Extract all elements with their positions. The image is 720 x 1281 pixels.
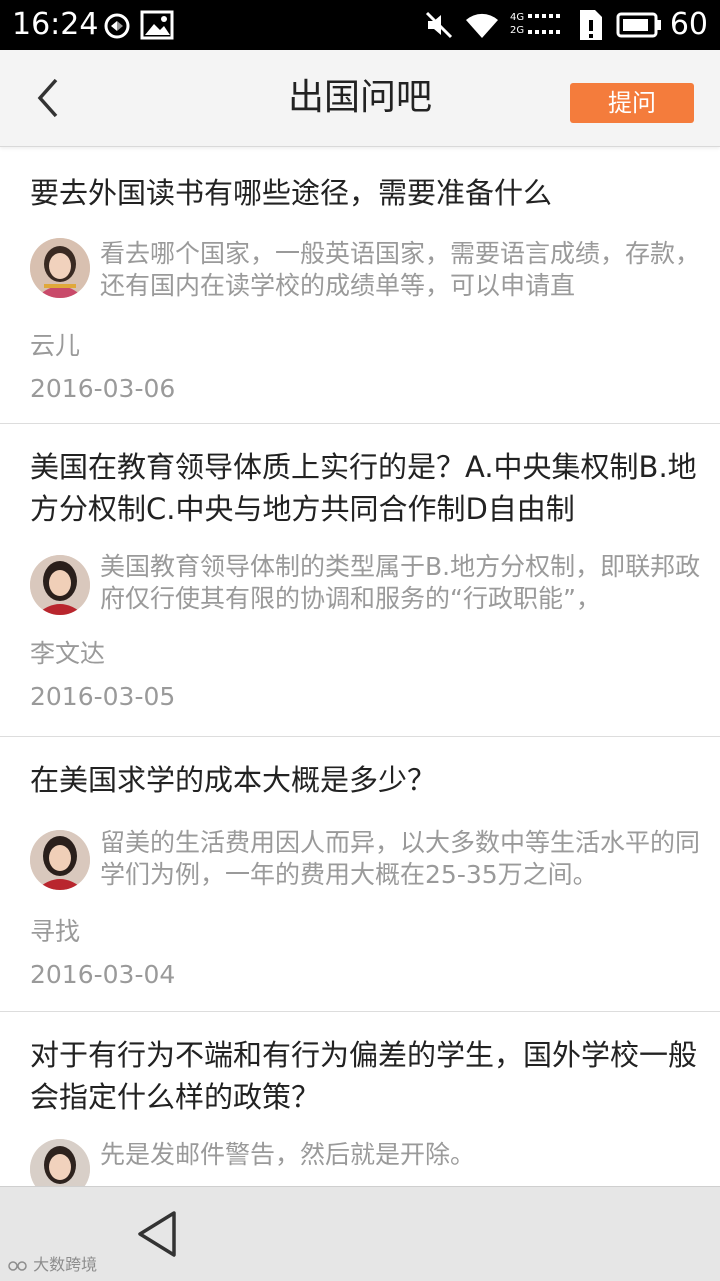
answer-preview: 看去哪个国家，一般英语国家，需要语言成绩，存款，还有国内在读学校的成绩单等，可以…	[100, 239, 701, 300]
nav-back-icon[interactable]	[132, 1207, 182, 1261]
list-item[interactable]: 在美国求学的成本大概是多少？ 留美的生活费用因人而异，以大多数中等生活水平的同学…	[0, 737, 720, 1012]
watermark-logo-icon	[8, 1260, 27, 1271]
image-icon	[140, 10, 174, 40]
answer-preview: 留美的生活费用因人而异，以大多数中等生活水平的同学们为例，一年的费用大概在25-…	[100, 828, 701, 889]
avatar	[30, 830, 90, 890]
status-time: 16:24	[12, 7, 99, 42]
battery-icon	[616, 12, 661, 38]
author-name: 寻找	[30, 917, 81, 946]
user-photo-icon	[30, 555, 90, 615]
user-photo-icon	[30, 830, 90, 890]
app-header: 出国问吧 提问	[0, 50, 720, 147]
author-name: 李文达	[30, 639, 106, 668]
question-title[interactable]: 在美国求学的成本大概是多少？	[0, 737, 720, 801]
author-name: 云儿	[30, 331, 81, 360]
list-item[interactable]: 对于有行为不端和有行为偏差的学生，国外学校一般会指定什么样的政策？ 先是发邮件警…	[0, 1012, 720, 1186]
answer-preview: 先是发邮件警告，然后就是开除。	[100, 1140, 476, 1169]
answer-row: 留美的生活费用因人而异，以大多数中等生活水平的同学们为例，一年的费用大概在25-…	[0, 827, 720, 891]
answer-row: 美国教育领导体制的类型属于B.地方分权制，即联邦政府仅行使其有限的协调和服务的“…	[0, 551, 720, 615]
question-title[interactable]: 对于有行为不端和有行为偏差的学生，国外学校一般会指定什么样的政策？	[0, 1012, 720, 1118]
watermark: 大数跨境	[8, 1255, 97, 1275]
question-title[interactable]: 要去外国读书有哪些途径，需要准备什么	[0, 150, 720, 214]
network-type-label: 4G 2G	[510, 12, 525, 36]
avatar	[30, 555, 90, 615]
question-title[interactable]: 美国在教育领导体质上实行的是？A.中央集权制B.地方分权制C.中央与地方共同合作…	[0, 424, 720, 530]
signal-4g-2g-icon	[528, 14, 560, 34]
status-bar: 16:24 4G 2G 60	[0, 0, 720, 50]
avatar	[30, 238, 90, 298]
list-item[interactable]: 要去外国读书有哪些途径，需要准备什么 看去哪个国家，一般英语国家，需要语言成绩，…	[0, 150, 720, 424]
answer-preview: 美国教育领导体制的类型属于B.地方分权制，即联邦政府仅行使其有限的协调和服务的“…	[100, 552, 701, 613]
system-nav-bar	[0, 1186, 720, 1281]
list-item[interactable]: 美国在教育领导体质上实行的是？A.中央集权制B.地方分权制C.中央与地方共同合作…	[0, 424, 720, 737]
answer-row: 看去哪个国家，一般英语国家，需要语言成绩，存款，还有国内在读学校的成绩单等，可以…	[0, 238, 720, 302]
wifi-icon	[466, 13, 498, 38]
mute-icon	[425, 11, 453, 39]
battery-level: 60	[669, 7, 708, 42]
post-date: 2016-03-04	[30, 960, 176, 989]
answer-row: 先是发邮件警告，然后就是开除。	[0, 1139, 720, 1186]
post-date: 2016-03-06	[30, 374, 176, 403]
sim-icon	[580, 10, 602, 40]
post-date: 2016-03-05	[30, 682, 176, 711]
sync-icon	[104, 13, 130, 39]
ask-question-button[interactable]: 提问	[570, 83, 694, 123]
question-list: 要去外国读书有哪些途径，需要准备什么 看去哪个国家，一般英语国家，需要语言成绩，…	[0, 150, 720, 1186]
user-photo-icon	[30, 238, 90, 298]
